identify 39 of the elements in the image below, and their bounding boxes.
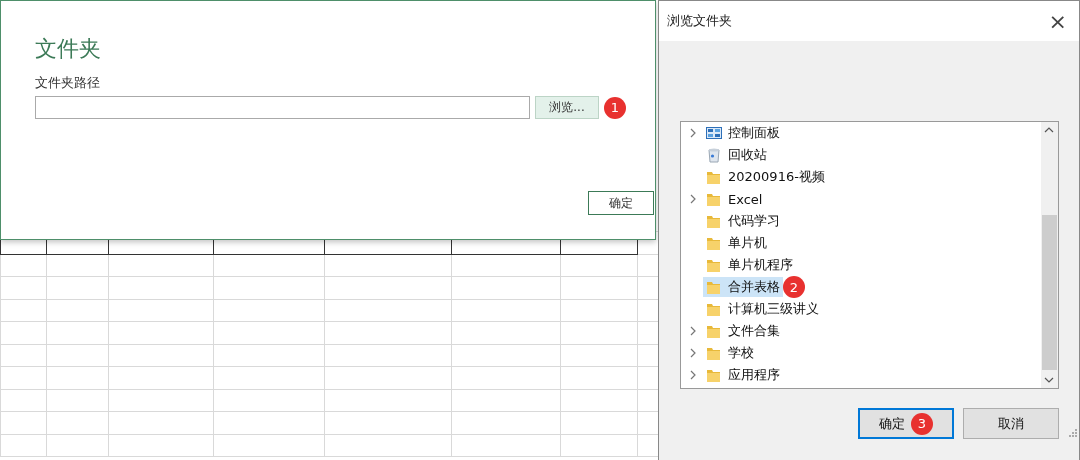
folder-icon: [706, 367, 722, 383]
folder-icon: [706, 323, 722, 339]
scroll-thumb[interactable]: [1042, 215, 1057, 370]
field-label: 文件夹路径: [35, 74, 101, 92]
step-badge: 1: [604, 96, 626, 119]
tree-item[interactable]: 计算机三级讲义: [703, 299, 822, 319]
tree-item[interactable]: 20200916-视频: [703, 167, 828, 187]
folder-icon: [706, 279, 722, 295]
folder-icon: [706, 257, 722, 273]
tree-item[interactable]: 应用程序: [703, 365, 783, 385]
control-panel-icon: [706, 125, 722, 141]
tree-item[interactable]: 合并表格: [703, 277, 783, 297]
ok-button[interactable]: 确定 3: [858, 408, 954, 439]
tree-item[interactable]: 回收站: [703, 145, 770, 165]
dialog-title: 文件夹: [35, 35, 102, 63]
scrollbar[interactable]: [1041, 122, 1058, 388]
window-title: 浏览文件夹: [667, 12, 732, 30]
tree-item[interactable]: Excel: [703, 189, 766, 209]
folder-icon: [706, 235, 722, 251]
tree-item[interactable]: 单片机: [703, 233, 770, 253]
tree-item[interactable]: 代码学习: [703, 211, 783, 231]
folder-icon: [706, 345, 722, 361]
recycle-bin-icon: [706, 147, 722, 163]
ok-button[interactable]: 确定: [588, 191, 654, 215]
tree-item[interactable]: 文件合集: [703, 321, 783, 341]
folder-icon: [706, 301, 722, 317]
browse-button[interactable]: 浏览...: [535, 96, 599, 119]
folder-icon: [706, 213, 722, 229]
step-badge: 3: [911, 412, 933, 435]
tree-item[interactable]: 学校: [703, 343, 757, 363]
tree-item[interactable]: 单片机程序: [703, 255, 796, 275]
path-field[interactable]: [35, 96, 530, 119]
resize-grip-icon: [1069, 429, 1077, 437]
folder-icon: [706, 191, 722, 207]
step-badge: 2: [783, 276, 805, 298]
close-button[interactable]: ×: [1044, 8, 1071, 34]
folder-icon: [706, 169, 722, 185]
cancel-button[interactable]: 取消: [963, 408, 1059, 439]
tree-item[interactable]: 控制面板: [703, 123, 783, 143]
